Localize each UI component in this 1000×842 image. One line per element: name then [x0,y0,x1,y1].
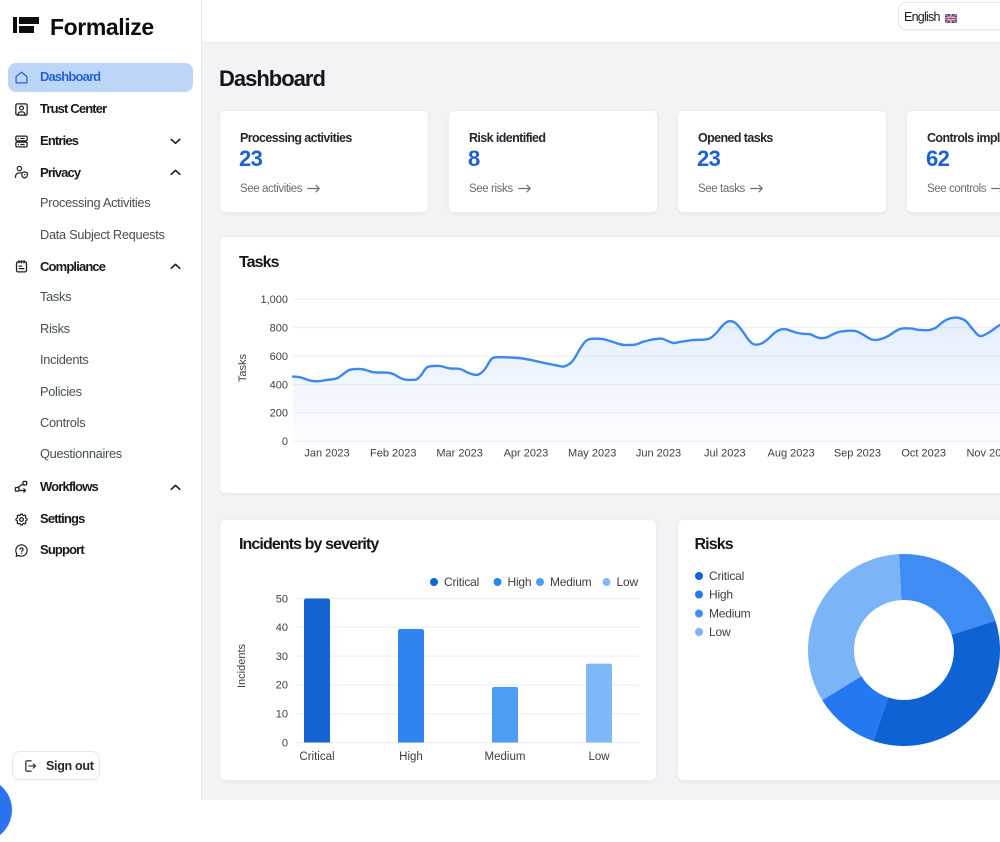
svg-text:Critical: Critical [299,751,334,763]
svg-text:High: High [709,588,733,602]
svg-text:Mar 2023: Mar 2023 [436,448,482,460]
svg-text:Sep 2023: Sep 2023 [834,448,881,460]
svg-text:Nov 2023: Nov 2023 [966,448,1000,460]
svg-text:Medium: Medium [709,607,751,621]
svg-text:Medium: Medium [485,751,526,763]
svg-text:Jul 2023: Jul 2023 [704,448,746,460]
svg-text:Critical: Critical [444,575,479,589]
svg-text:1,000: 1,000 [260,294,288,306]
svg-text:Aug 2023: Aug 2023 [768,448,815,460]
svg-text:Jan 2023: Jan 2023 [304,448,349,460]
svg-text:200: 200 [270,408,288,420]
svg-text:0: 0 [282,436,288,448]
svg-text:600: 600 [270,351,288,363]
svg-text:Low: Low [617,575,639,589]
svg-text:Oct 2023: Oct 2023 [901,448,946,460]
svg-text:50: 50 [276,593,288,605]
svg-text:Critical: Critical [709,569,744,583]
svg-text:Low: Low [588,751,610,763]
svg-text:Tasks: Tasks [237,353,249,382]
svg-text:Low: Low [709,625,731,639]
svg-text:Feb 2023: Feb 2023 [370,448,416,460]
svg-text:Incidents: Incidents [236,643,248,688]
svg-text:May 2023: May 2023 [568,448,616,460]
svg-text:40: 40 [276,622,288,634]
svg-text:Medium: Medium [550,575,592,589]
svg-text:400: 400 [270,379,288,391]
svg-text:800: 800 [270,322,288,334]
svg-text:30: 30 [276,651,288,663]
svg-text:20: 20 [276,680,288,692]
svg-text:Jun 2023: Jun 2023 [636,448,681,460]
svg-text:High: High [399,751,423,763]
svg-text:10: 10 [276,709,288,721]
svg-text:0: 0 [282,737,288,749]
svg-text:Apr 2023: Apr 2023 [504,448,549,460]
svg-text:High: High [508,575,532,589]
